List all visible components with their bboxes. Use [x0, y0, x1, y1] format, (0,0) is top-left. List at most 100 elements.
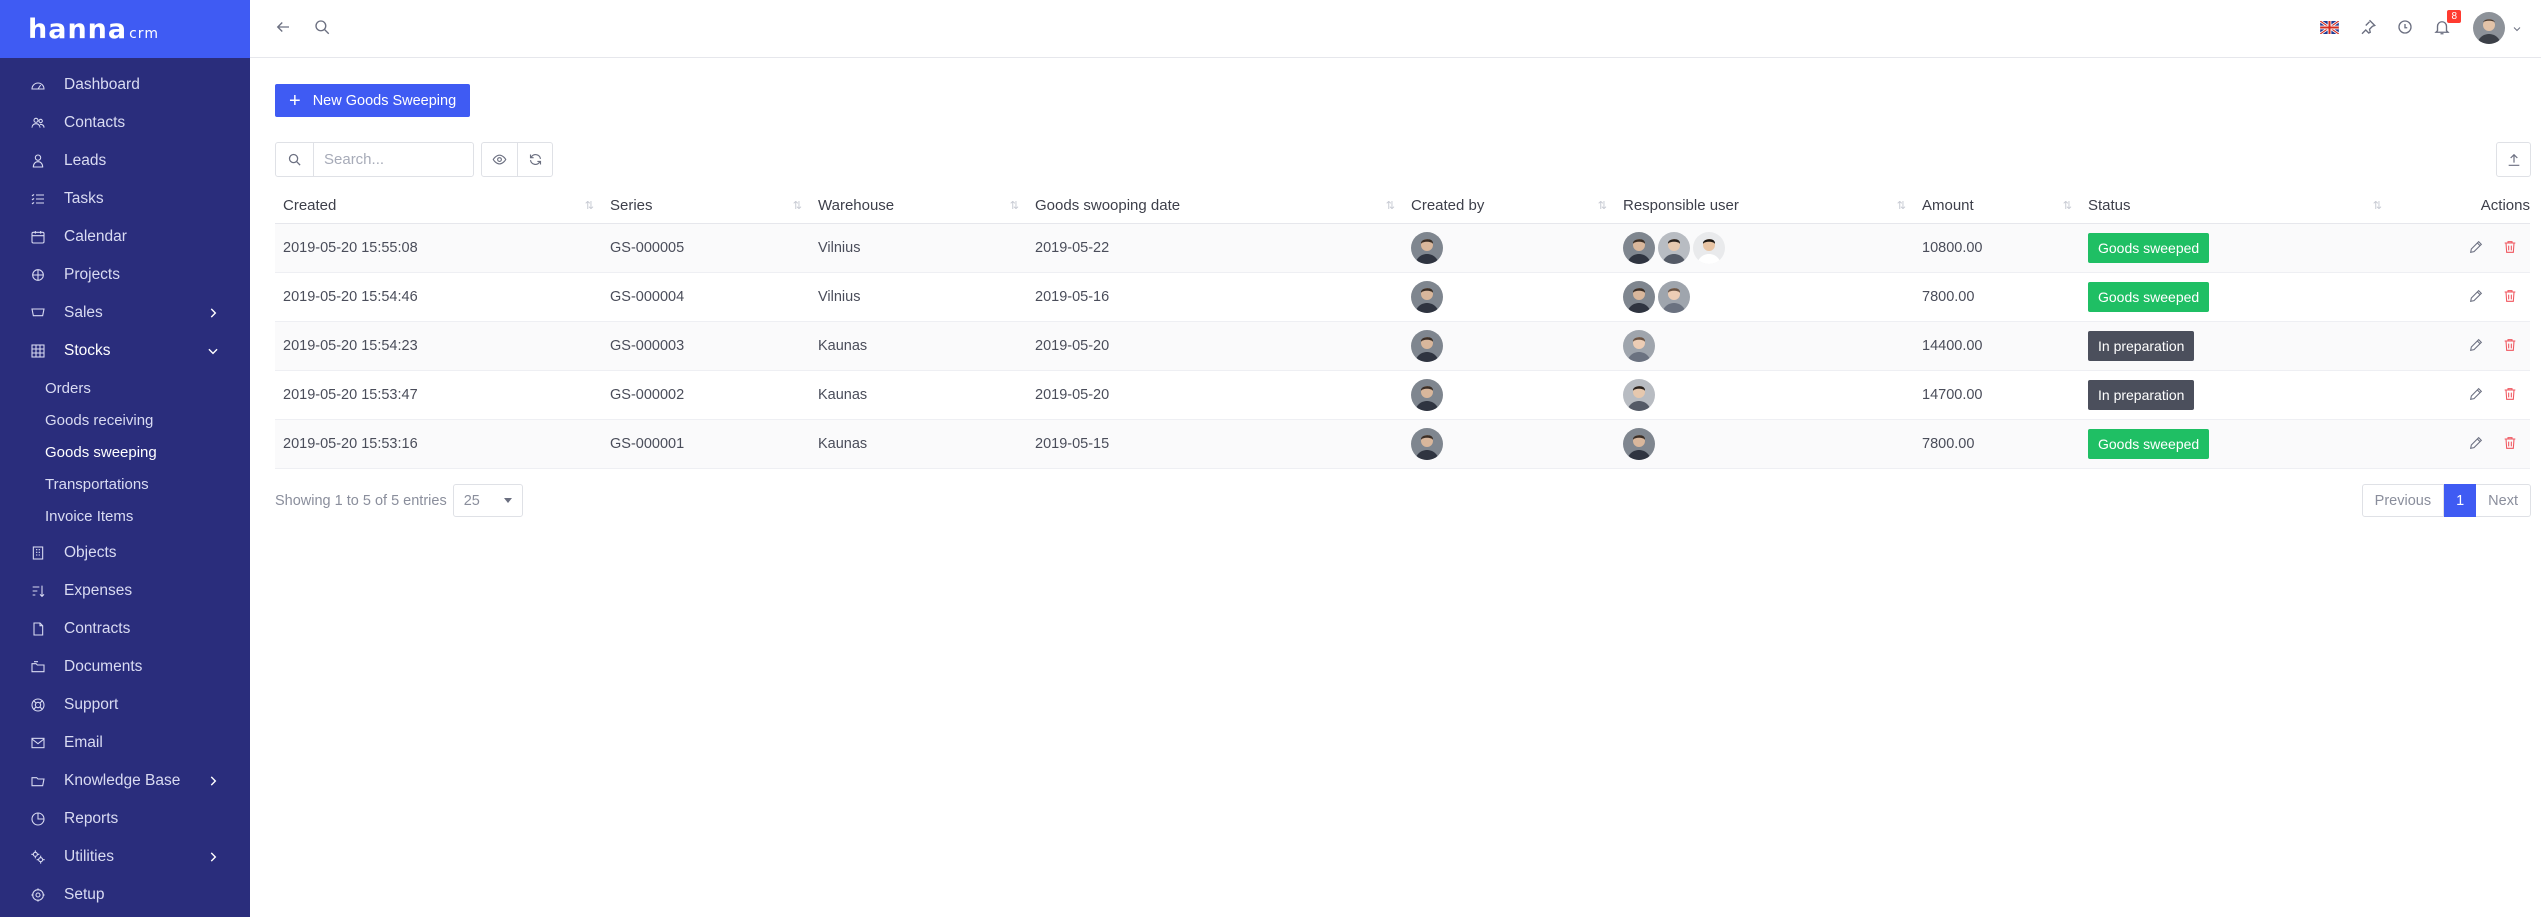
responsible-user-avatar[interactable]	[1623, 329, 1655, 362]
sidebar-item-calendar[interactable]: Calendar	[0, 218, 250, 256]
responsible-user-avatar[interactable]	[1658, 280, 1690, 313]
clock-icon[interactable]	[2394, 16, 2416, 38]
support-icon	[30, 697, 46, 713]
status-badge: Goods sweeped	[2088, 232, 2210, 263]
creator-avatar[interactable]	[1411, 329, 1443, 362]
new-button-label: New Goods Sweeping	[312, 92, 457, 109]
user-avatar[interactable]	[2473, 12, 2505, 44]
bell-icon[interactable]: 8	[2431, 10, 2461, 38]
sales-icon	[30, 305, 46, 321]
sidebar-item-sales[interactable]: Sales	[0, 294, 250, 332]
delete-icon[interactable]	[2500, 288, 2518, 306]
pin-icon[interactable]	[2357, 16, 2379, 38]
table-row[interactable]: 2019-05-20 15:54:23 GS-000003 Kaunas 2019-0…	[275, 321, 2530, 370]
logo[interactable]: hanna crm	[28, 14, 159, 45]
responsible-user-avatar[interactable]	[1623, 378, 1655, 411]
table-row[interactable]: 2019-05-20 15:53:16 GS-000001 Kaunas 2019-0…	[275, 419, 2530, 468]
actions-cell	[2390, 272, 2530, 321]
column-header[interactable]: Created ⇅	[275, 189, 602, 223]
export-button[interactable]	[2496, 142, 2531, 177]
uk-flag-icon[interactable]	[2318, 16, 2340, 38]
refresh-button[interactable]	[517, 143, 552, 176]
sidebar-item-dashboard[interactable]: Dashboard	[0, 66, 250, 104]
warehouse-cell: Kaunas	[818, 435, 868, 452]
sidebar-item-leads[interactable]: Leads	[0, 142, 250, 180]
responsible-user-cell	[1615, 223, 1914, 272]
sidebar-item-utilities[interactable]: Utilities	[0, 838, 250, 876]
edit-icon[interactable]	[2466, 435, 2484, 453]
submenu-item-invoice-items[interactable]: Invoice Items	[0, 500, 250, 532]
sidebar-item-label: Stocks	[64, 342, 111, 359]
column-header[interactable]: Amount ⇅	[1914, 189, 2080, 223]
sidebar-item-contracts[interactable]: Contracts	[0, 610, 250, 648]
tasks-icon	[30, 191, 46, 207]
calendar-icon	[30, 229, 46, 245]
sidebar-item-documents[interactable]: Documents	[0, 648, 250, 686]
warehouse-cell: Kaunas	[818, 337, 868, 354]
documents-icon	[30, 659, 46, 675]
table-tools	[481, 142, 553, 177]
sidebar-item-knowledge-base[interactable]: Knowledge Base	[0, 762, 250, 800]
creator-avatar[interactable]	[1411, 280, 1443, 313]
column-header[interactable]: Goods swooping date ⇅	[1027, 189, 1403, 223]
creator-avatar[interactable]	[1411, 231, 1443, 264]
delete-icon[interactable]	[2500, 239, 2518, 257]
column-header[interactable]: Responsible user ⇅	[1615, 189, 1914, 223]
previous-page-button[interactable]: Previous	[2361, 484, 2445, 517]
sidebar-item-label: Objects	[64, 544, 117, 561]
edit-icon[interactable]	[2466, 386, 2484, 404]
sidebar-item-reports[interactable]: Reports	[0, 800, 250, 838]
edit-icon[interactable]	[2466, 239, 2484, 257]
edit-icon[interactable]	[2466, 288, 2484, 306]
sidebar-item-stocks[interactable]: Stocks	[0, 332, 250, 370]
sidebar-item-contacts[interactable]: Contacts	[0, 104, 250, 142]
responsible-user-avatar[interactable]	[1623, 231, 1655, 264]
submenu-item-transportations[interactable]: Transportations	[0, 468, 250, 500]
delete-icon[interactable]	[2500, 435, 2518, 453]
column-header[interactable]: Created by ⇅	[1403, 189, 1615, 223]
amount-cell: 14700.00	[1922, 386, 1983, 403]
sidebar-item-expenses[interactable]: Expenses	[0, 572, 250, 610]
submenu-item-goods-receiving[interactable]: Goods receiving	[0, 404, 250, 436]
new-goods-sweeping-button[interactable]: + New Goods Sweeping	[275, 84, 471, 117]
status-cell: Goods sweeped	[2080, 223, 2390, 272]
table-row[interactable]: 2019-05-20 15:55:08 GS-000005 Vilnius 2019-…	[275, 223, 2530, 272]
table-row[interactable]: 2019-05-20 15:54:46 GS-000004 Vilnius 2019-…	[275, 272, 2530, 321]
responsible-user-avatar[interactable]	[1623, 280, 1655, 313]
created-by-cell	[1403, 321, 1615, 370]
creator-avatar[interactable]	[1411, 427, 1443, 460]
sidebar-item-tasks[interactable]: Tasks	[0, 180, 250, 218]
page-size-select[interactable]: 25	[452, 484, 523, 517]
delete-icon[interactable]	[2500, 337, 2518, 355]
responsible-user-avatar[interactable]	[1658, 231, 1690, 264]
next-page-button[interactable]: Next	[2476, 484, 2531, 517]
table-row[interactable]: 2019-05-20 15:53:47 GS-000002 Kaunas 2019-0…	[275, 370, 2530, 419]
column-header[interactable]: Series ⇅	[602, 189, 810, 223]
search-input[interactable]	[314, 143, 472, 176]
chevron-down-icon[interactable]	[2511, 22, 2523, 34]
responsible-user-avatar[interactable]	[1623, 427, 1655, 460]
creator-avatar[interactable]	[1411, 378, 1443, 411]
submenu-item-orders[interactable]: Orders	[0, 372, 250, 404]
sidebar: hanna crm Dashboard Contacts Leads Tasks Cale…	[0, 0, 250, 917]
page-1-button[interactable]: 1	[2444, 484, 2477, 517]
edit-icon[interactable]	[2466, 337, 2484, 355]
sidebar-item-projects[interactable]: Projects	[0, 256, 250, 294]
sidebar-item-support[interactable]: Support	[0, 686, 250, 724]
logo-suffix: crm	[129, 25, 159, 42]
sidebar-item-label: Dashboard	[64, 76, 140, 93]
delete-icon[interactable]	[2500, 386, 2518, 404]
submenu-item-goods-sweeping[interactable]: Goods sweeping	[0, 436, 250, 468]
status-badge: Goods sweeped	[2088, 281, 2210, 312]
sidebar-item-objects[interactable]: Objects	[0, 534, 250, 572]
sidebar-item-email[interactable]: Email	[0, 724, 250, 762]
search-icon[interactable]	[311, 16, 333, 38]
sidebar-item-setup[interactable]: Setup	[0, 876, 250, 914]
responsible-user-avatar[interactable]	[1693, 231, 1725, 264]
column-visibility-button[interactable]	[482, 143, 517, 176]
amount-cell: 7800.00	[1922, 288, 1975, 305]
back-arrow-icon[interactable]	[272, 16, 294, 38]
status-badge: In preparation	[2088, 379, 2195, 410]
column-header[interactable]: Status ⇅	[2080, 189, 2390, 223]
column-header[interactable]: Warehouse ⇅	[810, 189, 1027, 223]
